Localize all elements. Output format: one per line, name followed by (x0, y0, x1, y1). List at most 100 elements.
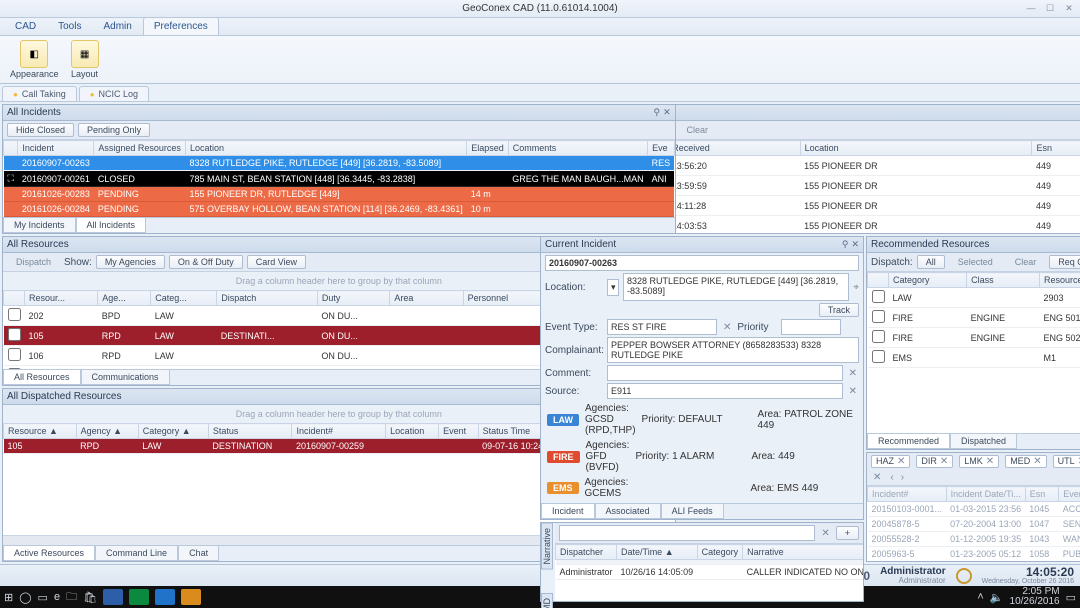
event-type-field[interactable]: RES ST FIRE (607, 319, 717, 335)
taskbar-app[interactable] (103, 589, 123, 605)
side-tab-narrative[interactable]: Narrative (541, 523, 553, 570)
tab-active-resources[interactable]: Active Resources (3, 546, 95, 561)
menu-cad[interactable]: CAD (4, 17, 47, 35)
row-checkbox[interactable] (872, 330, 885, 343)
tab-communications[interactable]: Communications (81, 370, 170, 385)
incidents-grid[interactable]: IncidentAssigned ResourcesLocationElapse… (3, 140, 675, 217)
row-checkbox[interactable] (872, 290, 885, 303)
recommended-grid[interactable]: CategoryClassResourceAgencyLAW2903GCSDFI… (867, 272, 1080, 433)
filter-pill[interactable]: MED✕ (1005, 455, 1046, 468)
clear-icon[interactable]: ✕ (871, 472, 883, 483)
show-my-agencies[interactable]: My Agencies (96, 255, 165, 269)
ribbon-layout[interactable]: ▦ Layout (67, 38, 103, 81)
dispatch-clear[interactable]: Clear (1006, 255, 1046, 269)
tab-ncic-log[interactable]: NCIC Log (79, 86, 149, 101)
chevron-left-icon[interactable]: ‹ (887, 472, 896, 483)
tab-dispatched[interactable]: Dispatched (950, 434, 1017, 449)
menu-preferences[interactable]: Preferences (143, 17, 219, 35)
table-row[interactable]: LAW2903GCSD (868, 288, 1080, 308)
priority-field[interactable] (781, 319, 841, 335)
menu-admin[interactable]: Admin (92, 17, 142, 35)
pill-close-icon[interactable]: ✕ (897, 456, 905, 467)
row-checkbox[interactable] (8, 308, 21, 321)
tab-ali-feeds[interactable]: ALI Feeds (661, 504, 724, 519)
ribbon-appearance[interactable]: ◧ Appearance (6, 38, 63, 81)
comment-field[interactable] (607, 365, 843, 381)
table-row[interactable]: FIREENGINEENG 501GFD (868, 308, 1080, 328)
clear-icon[interactable]: ✕ (847, 368, 859, 379)
tab-incident[interactable]: Incident (541, 504, 595, 519)
tab-recommended[interactable]: Recommended (867, 434, 950, 449)
narrative-input[interactable] (559, 525, 815, 541)
dispatch-btn[interactable]: Dispatch (7, 255, 60, 269)
dispatch-all[interactable]: All (917, 255, 945, 269)
table-row[interactable]: 20160907-002638328 RUTLEDGE PIKE, RUTLED… (4, 156, 675, 171)
track-button[interactable]: Track (819, 303, 859, 317)
tab-call-taking[interactable]: Call Taking (2, 86, 77, 101)
clear-icon[interactable]: ✕ (721, 322, 733, 333)
tab-all-resources[interactable]: All Resources (3, 370, 81, 385)
table-row[interactable]: FIREENGINEENG 502GFD (868, 328, 1080, 348)
tab-all-incidents[interactable]: All Incidents (76, 218, 147, 233)
complainant-field[interactable]: PEPPER BOWSER ATTORNEY (8658283533) 8328… (607, 337, 859, 363)
table-row[interactable]: 20161026-00284PENDING575 OVERBAY HOLLOW,… (4, 202, 675, 217)
taskview-icon[interactable]: ▭ (38, 591, 48, 604)
location-selector[interactable]: ▾ (607, 279, 619, 296)
clear-icon[interactable]: ✕ (847, 386, 859, 397)
search-icon[interactable]: ◯ (19, 591, 31, 604)
panel-close-icon[interactable]: ✕ (851, 239, 859, 250)
tab-my-incidents[interactable]: My Incidents (3, 218, 76, 233)
narrative-grid[interactable]: DispatcherDate/Time ▲CategoryNarrativeAd… (555, 544, 863, 601)
row-checkbox[interactable] (8, 348, 21, 361)
maximize-icon[interactable]: ☐ (1041, 1, 1059, 15)
pill-close-icon[interactable]: ✕ (1033, 456, 1041, 467)
map-icon[interactable]: ⌖ (853, 282, 859, 293)
minimize-icon[interactable]: — (1022, 1, 1040, 15)
table-row[interactable]: 20055528-201-12-2005 19:351043WANT OFFIC… (868, 532, 1080, 547)
start-icon[interactable]: ⊞ (4, 591, 13, 604)
table-row[interactable]: 20045878-507-20-2004 13:001047SEND AMBUL… (868, 517, 1080, 532)
pill-close-icon[interactable]: ✕ (940, 456, 948, 467)
req-only[interactable]: Req Only (1049, 255, 1080, 269)
show-duty[interactable]: On & Off Duty (169, 255, 243, 269)
pending-only[interactable]: Pending Only (78, 123, 150, 137)
explorer-icon[interactable]: 🗀 (66, 588, 77, 607)
show-card[interactable]: Card View (247, 255, 306, 269)
taskbar-app[interactable] (129, 589, 149, 605)
menu-tools[interactable]: Tools (47, 17, 92, 35)
chevron-right-icon[interactable]: › (901, 472, 904, 483)
location-field[interactable]: 8328 RUTLEDGE PIKE, RUTLEDGE [449] [36.2… (623, 273, 849, 301)
filter-pill[interactable]: LMK✕ (959, 455, 999, 468)
edge-icon[interactable]: e (54, 591, 60, 603)
release-clear[interactable]: Clear (678, 123, 718, 137)
filter-pill[interactable]: DIR✕ (916, 455, 953, 468)
tab-command-line[interactable]: Command Line (95, 546, 178, 561)
system-clock[interactable]: 2:05 PM10/26/2016 (1010, 587, 1060, 607)
pill-close-icon[interactable]: ✕ (986, 456, 994, 467)
store-icon[interactable]: 🛍 (83, 591, 97, 604)
tab-chat[interactable]: Chat (178, 546, 219, 561)
filter-pill[interactable]: UTL✕ (1053, 455, 1080, 468)
panel-close-icon[interactable]: ✕ (663, 107, 671, 118)
tray-volume-icon[interactable]: 🔈 (990, 591, 1004, 604)
pin-icon[interactable]: ⚲ (654, 107, 661, 118)
tray-up-icon[interactable]: ˄ (977, 591, 983, 603)
row-checkbox[interactable] (8, 328, 21, 341)
taskbar-app[interactable] (181, 589, 201, 605)
hide-closed[interactable]: Hide Closed (7, 123, 74, 137)
side-tab-emd[interactable]: EMD (541, 593, 553, 608)
pin-icon[interactable]: ⚲ (842, 239, 849, 250)
close-icon[interactable]: ✕ (1060, 1, 1078, 15)
filter-pill[interactable]: HAZ✕ (871, 455, 910, 468)
table-row[interactable]: 2005963-501-23-2005 05:121058PUBLIC DRUN… (868, 547, 1080, 562)
dispatch-selected[interactable]: Selected (949, 255, 1002, 269)
notifications-icon[interactable]: ▭ (1066, 591, 1076, 604)
table-row[interactable]: 20161026-00283PENDING155 PIONEER DR, RUT… (4, 187, 675, 202)
narrative-add[interactable]: + (836, 526, 859, 540)
taskbar-app[interactable] (155, 589, 175, 605)
row-checkbox[interactable] (872, 310, 885, 323)
history-grid[interactable]: Incident#Incident Date/Ti...EsnEvent Typ… (867, 486, 1080, 561)
clear-icon[interactable]: ✕ (819, 528, 831, 539)
table-row[interactable]: ⛶20160907-00261CLOSED785 MAIN ST, BEAN S… (4, 171, 675, 187)
table-row[interactable]: EMSM1GCEMS (868, 348, 1080, 368)
